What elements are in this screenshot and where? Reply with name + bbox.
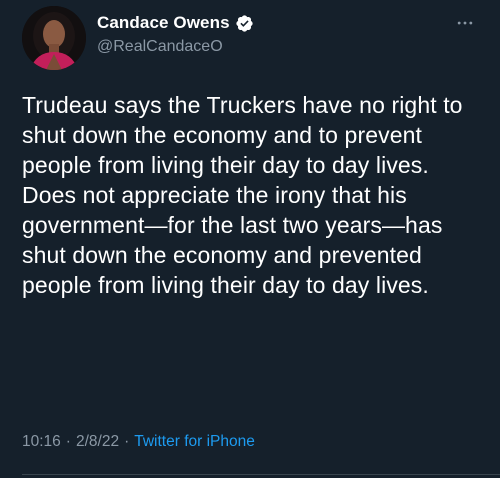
avatar[interactable] [22,6,86,70]
tweet-date[interactable]: 2/8/22 [76,433,119,451]
verified-badge-icon [235,14,254,33]
tweet-text: Trudeau says the Truckers have no right … [22,90,487,300]
avatar-image [22,6,86,70]
tweet-card: Candace Owens @RealCandaceO Trudeau says… [0,0,500,478]
divider [22,474,500,475]
meta-separator: · [65,433,71,450]
display-name[interactable]: Candace Owens [97,13,230,33]
tweet-text-paragraph-1: Trudeau says the Truckers have no right … [22,92,463,178]
tweet-meta: 10:16 · 2/8/22 · Twitter for iPhone [22,433,255,451]
name-row: Candace Owens [97,12,254,34]
meta-separator: · [124,433,130,450]
tweet-time[interactable]: 10:16 [22,433,61,451]
tweet-source-link[interactable]: Twitter for iPhone [134,433,255,451]
more-options-button[interactable] [454,12,476,34]
user-handle[interactable]: @RealCandaceO [97,38,223,56]
more-horizontal-icon [457,21,473,25]
tweet-text-paragraph-2: Does not appreciate the irony that his g… [22,182,443,298]
